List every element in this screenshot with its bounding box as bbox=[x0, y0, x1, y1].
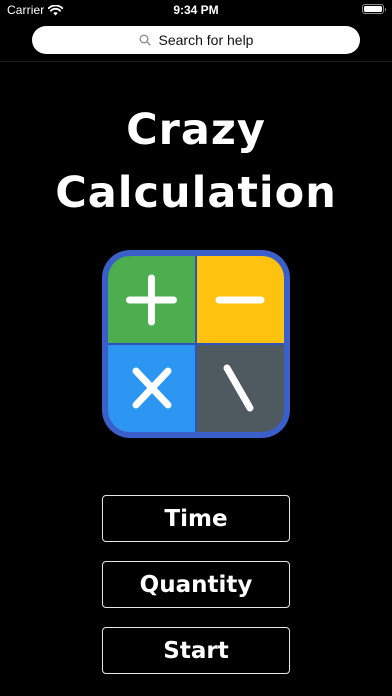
app-title-line-2: Calculation bbox=[55, 168, 337, 218]
divide-tile bbox=[197, 345, 284, 432]
search-input[interactable]: Search for help bbox=[32, 26, 360, 54]
search-icon bbox=[139, 34, 151, 46]
status-time: 9:34 PM bbox=[173, 3, 219, 17]
plus-icon bbox=[126, 274, 177, 326]
minus-tile bbox=[197, 256, 284, 343]
minus-icon bbox=[215, 296, 265, 304]
logo-grid bbox=[108, 256, 284, 432]
calculator-logo-icon bbox=[102, 250, 290, 438]
times-icon bbox=[132, 367, 172, 409]
start-button[interactable]: Start bbox=[102, 627, 290, 674]
battery-level bbox=[364, 6, 382, 12]
plus-tile bbox=[108, 256, 195, 343]
backslash-icon bbox=[223, 364, 254, 412]
app-title-line-1: Crazy bbox=[126, 105, 266, 155]
time-button[interactable]: Time bbox=[102, 495, 290, 542]
battery-icon bbox=[362, 4, 386, 14]
status-bar: Carrier 9:34 PM bbox=[0, 0, 392, 22]
search-placeholder: Search for help bbox=[158, 32, 254, 48]
header-divider bbox=[0, 61, 392, 62]
times-tile bbox=[108, 345, 195, 432]
quantity-button[interactable]: Quantity bbox=[102, 561, 290, 608]
